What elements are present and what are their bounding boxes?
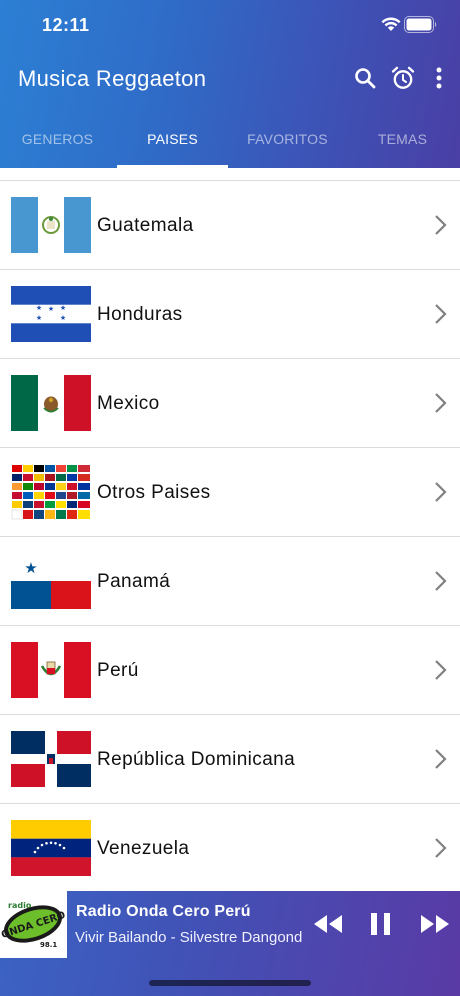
list-item-label: Venezuela xyxy=(97,838,190,859)
tab-paises[interactable]: PAISES xyxy=(115,110,230,168)
chevron-right-icon xyxy=(433,392,447,419)
tab-favoritos[interactable]: FAVORITOS xyxy=(230,110,345,168)
world-flags-icon xyxy=(11,464,91,520)
list-item-otros-paises[interactable]: Otros Paises xyxy=(0,447,460,536)
list-item-label: Guatemala xyxy=(97,215,194,236)
tab-temas[interactable]: TEMAS xyxy=(345,110,460,168)
tab-bar: GENEROS PAISES FAVORITOS TEMAS xyxy=(0,110,460,168)
chevron-right-icon xyxy=(433,481,447,508)
status-bar: 12:11 xyxy=(0,0,460,50)
country-list: Guatemala ★ ★ ★ ★ ★ Honduras Mexico Otro… xyxy=(0,180,460,892)
list-item-guatemala[interactable]: Guatemala xyxy=(0,180,460,269)
tab-generos[interactable]: GENEROS xyxy=(0,110,115,168)
list-item-republica-dominicana[interactable]: República Dominicana xyxy=(0,714,460,803)
fast-forward-icon[interactable] xyxy=(420,913,450,940)
list-item-label: Mexico xyxy=(97,393,160,414)
more-vert-icon[interactable] xyxy=(435,67,443,94)
search-icon[interactable] xyxy=(354,67,376,94)
svg-text:★: ★ xyxy=(48,305,54,313)
dominican-republic-flag-icon xyxy=(11,731,91,787)
svg-text:★: ★ xyxy=(24,559,37,577)
list-item-label: Otros Paises xyxy=(97,482,211,503)
list-item-venezuela[interactable]: Venezuela xyxy=(0,803,460,892)
chevron-right-icon xyxy=(433,837,447,864)
list-item-panama[interactable]: ★ ★ Panamá xyxy=(0,536,460,625)
panama-flag-icon: ★ ★ xyxy=(11,553,91,609)
logo-radio-text: radio xyxy=(8,901,32,910)
svg-text:★: ★ xyxy=(60,314,66,322)
chevron-right-icon xyxy=(433,748,447,775)
home-indicator[interactable] xyxy=(149,980,311,986)
rewind-icon[interactable] xyxy=(313,913,343,940)
svg-text:★: ★ xyxy=(64,587,77,605)
app-title: Musica Reggaeton xyxy=(18,66,207,91)
list-item-mexico[interactable]: Mexico xyxy=(0,358,460,447)
list-item-label: República Dominicana xyxy=(97,749,296,770)
chevron-right-icon xyxy=(433,659,447,686)
guatemala-flag-icon xyxy=(11,197,91,253)
track-title: Vivir Bailando - Silvestre Dangond xyxy=(75,929,303,946)
station-name: Radio Onda Cero Perú xyxy=(76,903,251,920)
list-item-label: Panamá xyxy=(97,571,171,592)
now-playing-bar[interactable]: radio ONDA CERO 98.1 Radio Onda Cero Per… xyxy=(0,891,460,996)
alarm-icon[interactable] xyxy=(391,66,415,96)
venezuela-flag-icon xyxy=(11,820,91,876)
honduras-flag-icon: ★ ★ ★ ★ ★ xyxy=(11,286,91,342)
status-time: 12:11 xyxy=(42,15,90,35)
list-item-honduras[interactable]: ★ ★ ★ ★ ★ Honduras xyxy=(0,269,460,358)
list-item-label: Perú xyxy=(97,660,139,681)
wifi-icon xyxy=(381,16,401,37)
list-item-label: Honduras xyxy=(97,304,183,325)
pause-icon[interactable] xyxy=(370,912,392,941)
chevron-right-icon xyxy=(433,303,447,330)
logo-frequency-text: 98.1 xyxy=(40,941,57,949)
chevron-right-icon xyxy=(433,214,447,241)
station-logo: radio ONDA CERO 98.1 xyxy=(0,891,67,958)
svg-text:★: ★ xyxy=(60,304,66,312)
list-item-peru[interactable]: Perú xyxy=(0,625,460,714)
svg-text:★: ★ xyxy=(36,304,42,312)
battery-icon xyxy=(404,16,438,38)
chevron-right-icon xyxy=(433,570,447,597)
peru-flag-icon xyxy=(11,642,91,698)
mexico-flag-icon xyxy=(11,375,91,431)
svg-text:★: ★ xyxy=(36,314,42,322)
app-header: 12:11 Musica Reggaeton GENEROS PAISES FA… xyxy=(0,0,460,168)
